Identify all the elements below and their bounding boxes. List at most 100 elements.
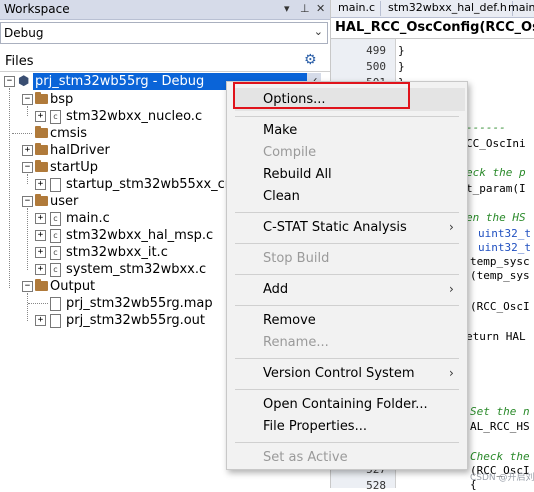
menu-item-cstat[interactable]: C-STAT Static Analysis — [263, 220, 407, 235]
close-icon[interactable]: ✕ — [316, 2, 325, 15]
line-number: 528 — [366, 479, 386, 492]
function-name: HAL_RCC_OscConfig(RCC_Osc — [335, 20, 534, 35]
workspace-titlebar: Workspace ▾ ⊥ ✕ — [0, 0, 330, 20]
collapse-icon[interactable]: − — [4, 76, 15, 87]
c-file-icon: c — [50, 246, 61, 260]
annotation-highlight-box — [233, 82, 410, 109]
c-file-icon: c — [50, 229, 61, 243]
expand-icon[interactable]: + — [35, 247, 46, 258]
folder-icon — [35, 92, 48, 104]
tree-item-label: main.c — [66, 211, 110, 226]
tree-item-label: Output — [50, 279, 96, 294]
tree-item-label: stm32wbxx_nucleo.c — [66, 109, 203, 124]
tree-line — [28, 303, 48, 304]
tab-hal-def[interactable]: stm32wbxx_hal_def.h — [383, 1, 513, 16]
code-comment: en the HS — [466, 211, 526, 224]
menu-separator — [235, 389, 459, 390]
collapse-icon[interactable]: − — [22, 94, 33, 105]
menu-item-clean[interactable]: Clean — [263, 189, 300, 204]
code-comment: ------ — [466, 121, 506, 134]
code-line: eturn HAL — [466, 330, 526, 343]
folder-icon — [35, 279, 48, 291]
tree-item-label: startUp — [50, 160, 99, 175]
menu-item-rebuild-all[interactable]: Rebuild All — [263, 167, 332, 182]
menu-item-compile[interactable]: Compile — [263, 145, 316, 160]
code-line: CC_OscIni — [466, 137, 526, 150]
menu-item-version-control[interactable]: Version Control System — [263, 366, 415, 381]
tree-item-label: halDriver — [50, 143, 110, 158]
code-line: (RCC_OscI — [470, 300, 530, 313]
expand-icon[interactable]: + — [35, 111, 46, 122]
gear-icon[interactable]: ⚙ — [304, 52, 317, 68]
menu-separator — [235, 116, 459, 117]
collapse-icon[interactable]: − — [22, 196, 33, 207]
folder-icon — [35, 194, 48, 206]
menu-item-open-containing-folder[interactable]: Open Containing Folder... — [263, 397, 428, 412]
expand-icon[interactable]: + — [35, 315, 46, 326]
expand-icon[interactable]: + — [35, 230, 46, 241]
expand-icon[interactable]: + — [35, 264, 46, 275]
map-file-icon — [50, 297, 61, 311]
menu-item-remove[interactable]: Remove — [263, 313, 316, 328]
asm-file-icon — [50, 178, 61, 192]
files-header: Files ⚙ — [0, 49, 330, 72]
tree-item-label: user — [50, 194, 79, 209]
menu-separator — [235, 305, 459, 306]
workspace-title: Workspace — [4, 2, 70, 16]
code-line: } — [398, 44, 405, 57]
menu-separator — [235, 274, 459, 275]
menu-item-set-as-active[interactable]: Set as Active — [263, 450, 348, 465]
tab-main[interactable]: main — [503, 1, 534, 16]
menu-separator — [235, 442, 459, 443]
code-comment: eck the p — [466, 166, 526, 179]
menu-item-rename[interactable]: Rename... — [263, 335, 329, 350]
tree-line — [12, 133, 32, 134]
tree-item-label: prj_stm32wb55rg.out — [66, 313, 206, 328]
menu-separator — [235, 212, 459, 213]
files-label: Files — [5, 54, 34, 69]
menu-item-make[interactable]: Make — [263, 123, 297, 138]
pin-icon[interactable]: ⊥ — [300, 2, 310, 15]
collapse-icon[interactable]: − — [22, 281, 33, 292]
expand-icon[interactable]: + — [22, 145, 33, 156]
menu-separator — [235, 358, 459, 359]
chevron-right-icon: › — [449, 220, 454, 234]
code-comment: Set the n — [470, 405, 530, 418]
project-icon: ⬢ — [18, 74, 30, 89]
code-line: t_param(I — [466, 182, 526, 195]
editor-tabs: main.c stm32wbxx_hal_def.h main — [331, 0, 534, 18]
collapse-icon[interactable]: − — [22, 162, 33, 173]
context-menu: Options... Make Compile Rebuild All Clea… — [226, 81, 468, 470]
code-line: (temp_sys — [470, 269, 530, 282]
c-file-icon: c — [50, 263, 61, 277]
tree-item-label: bsp — [50, 92, 74, 107]
chevron-down-icon[interactable]: ⌄ — [314, 25, 323, 38]
tree-item-label: system_stm32wbxx.c — [66, 262, 207, 277]
code-comment: Check the — [470, 450, 530, 463]
project-label: prj_stm32wb55rg - Debug — [35, 74, 205, 89]
code-line: uint32_t — [478, 241, 531, 254]
expand-icon[interactable]: + — [35, 179, 46, 190]
folder-icon — [35, 126, 48, 138]
menu-item-stop-build[interactable]: Stop Build — [263, 251, 329, 266]
tree-item-label: stm32wbxx_hal_msp.c — [66, 228, 214, 243]
chevron-right-icon: › — [449, 282, 454, 296]
c-file-icon: c — [50, 110, 61, 124]
tree-item-label: cmsis — [50, 126, 87, 141]
c-file-icon: c — [50, 212, 61, 226]
code-line: } — [398, 60, 405, 73]
configuration-select[interactable]: Debug ⌄ — [0, 22, 328, 44]
dropdown-icon[interactable]: ▾ — [284, 2, 290, 15]
line-number: 500 — [366, 60, 386, 73]
code-line: uint32_t — [478, 227, 531, 240]
tree-item-label: startup_stm32wb55xx_cm4. — [66, 177, 250, 192]
tab-main-c[interactable]: main.c — [333, 1, 382, 16]
menu-item-add[interactable]: Add — [263, 282, 288, 297]
folder-icon — [35, 160, 48, 172]
expand-icon[interactable]: + — [35, 213, 46, 224]
folder-icon — [35, 143, 48, 155]
out-file-icon — [50, 314, 61, 328]
menu-item-file-properties[interactable]: File Properties... — [263, 419, 367, 434]
menu-separator — [235, 243, 459, 244]
function-navigator[interactable]: HAL_RCC_OscConfig(RCC_Osc — [331, 18, 534, 39]
